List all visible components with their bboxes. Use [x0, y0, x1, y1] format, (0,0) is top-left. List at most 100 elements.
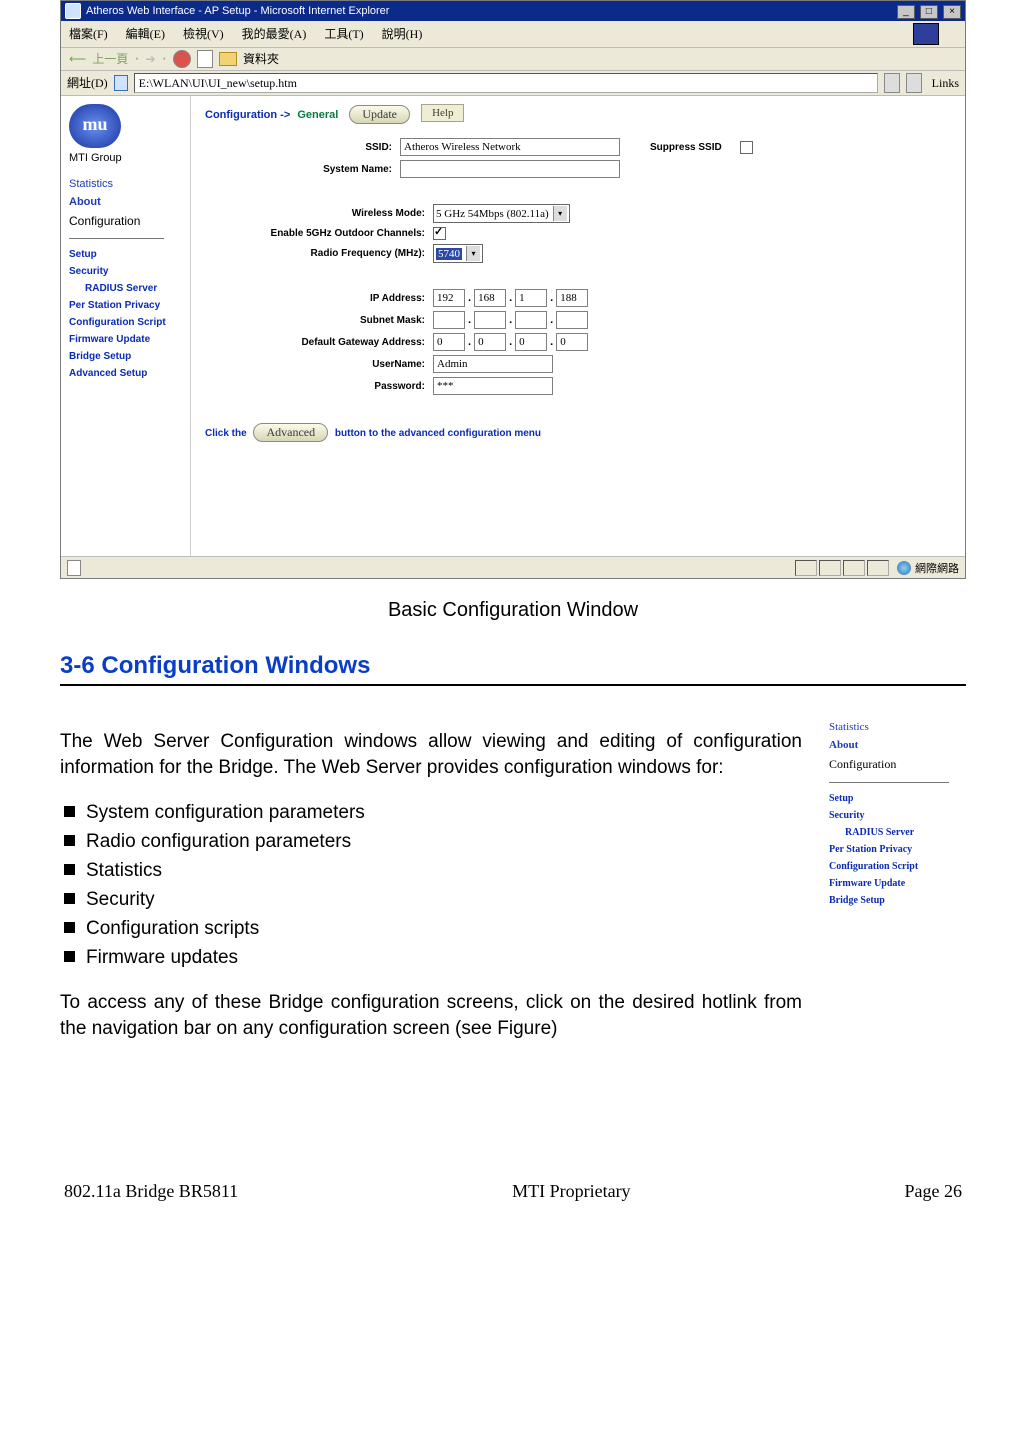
minimize-button[interactable]: _ — [897, 5, 915, 19]
fig-about[interactable]: About — [829, 739, 963, 751]
mask-label: Subnet Mask: — [205, 315, 433, 326]
nav-statistics[interactable]: Statistics — [69, 178, 184, 190]
menu-edit[interactable]: 編輯(E) — [126, 25, 165, 43]
breadcrumb: Configuration -> General Update Help — [205, 104, 951, 124]
address-input[interactable] — [134, 73, 878, 93]
browser-window: Atheros Web Interface - AP Setup - Micro… — [60, 0, 966, 579]
nav-per-station[interactable]: Per Station Privacy — [69, 300, 184, 311]
update-button[interactable]: Update — [349, 105, 410, 124]
list-item: Configuration scripts — [86, 916, 802, 942]
group-label: MTI Group — [69, 152, 184, 164]
folders-button[interactable]: 資料夾 — [243, 50, 279, 68]
nav-configuration[interactable]: Configuration — [69, 214, 184, 228]
status-page-icon — [67, 560, 81, 576]
fig-firmware[interactable]: Firmware Update — [829, 878, 963, 889]
menu-file[interactable]: 檔案(F) — [69, 25, 108, 43]
gw-3-input[interactable] — [515, 333, 547, 351]
radio-select[interactable]: 5740▾ — [433, 244, 483, 263]
close-button[interactable]: × — [943, 5, 961, 19]
address-label: 網址(D) — [67, 74, 108, 92]
fig-bridge-setup[interactable]: Bridge Setup — [829, 895, 963, 906]
nav-radius[interactable]: RADIUS Server — [85, 283, 184, 294]
footer-left: 802.11a Bridge BR5811 — [64, 1181, 238, 1202]
mti-logo-icon — [69, 104, 121, 148]
advanced-button[interactable]: Advanced — [253, 423, 328, 442]
fig-security[interactable]: Security — [829, 810, 963, 821]
body-text: The Web Server Configuration windows all… — [60, 710, 802, 1061]
folders-icon[interactable] — [219, 52, 237, 66]
content-pane: MTI Group Statistics About Configuration… — [61, 96, 965, 556]
para-1: The Web Server Configuration windows all… — [60, 729, 802, 781]
titlebar: Atheros Web Interface - AP Setup - Micro… — [61, 1, 965, 21]
footer-right: Page 26 — [905, 1181, 963, 1202]
refresh-icon[interactable] — [197, 50, 213, 68]
fig-setup[interactable]: Setup — [829, 793, 963, 804]
suppress-ssid-checkbox[interactable] — [740, 141, 753, 154]
window-title: Atheros Web Interface - AP Setup - Micro… — [86, 1, 895, 21]
help-button[interactable]: Help — [421, 104, 464, 122]
zone-label: 網際網路 — [915, 560, 959, 576]
sysname-input[interactable] — [400, 160, 620, 178]
page-icon — [114, 75, 128, 91]
wmode-select[interactable]: 5 GHz 54Mbps (802.11a)▾ — [433, 204, 570, 223]
bullet-list: System configuration parameters Radio co… — [60, 800, 802, 971]
mask-4-input[interactable] — [556, 311, 588, 329]
menu-view[interactable]: 檢視(V) — [183, 25, 224, 43]
footer-center: MTI Proprietary — [512, 1181, 630, 1202]
toolbar: ⟵ 上一頁 · ➔ · 資料夾 — [61, 48, 965, 71]
nav-advanced-setup[interactable]: Advanced Setup — [69, 368, 184, 379]
fig-config-script[interactable]: Configuration Script — [829, 861, 963, 872]
links-label[interactable]: Links — [932, 74, 959, 92]
nav-setup[interactable]: Setup — [69, 249, 184, 260]
maximize-button[interactable]: □ — [920, 5, 938, 19]
globe-icon — [897, 561, 911, 575]
user-input[interactable] — [433, 355, 553, 373]
ip-4-input[interactable] — [556, 289, 588, 307]
back-arrow-icon[interactable]: ⟵ — [69, 52, 86, 66]
pass-input[interactable] — [433, 377, 553, 395]
chevron-down-icon: ▾ — [466, 246, 480, 261]
nav-firmware[interactable]: Firmware Update — [69, 334, 184, 345]
list-item: Radio configuration parameters — [86, 829, 802, 855]
ssid-input[interactable] — [400, 138, 620, 156]
forward-arrow-icon[interactable]: ➔ — [146, 52, 156, 66]
mask-2-input[interactable] — [474, 311, 506, 329]
window-controls[interactable]: _ □ × — [895, 1, 961, 21]
menu-favorites[interactable]: 我的最愛(A) — [242, 25, 307, 43]
fig-statistics[interactable]: Statistics — [829, 721, 963, 733]
user-label: UserName: — [205, 359, 433, 370]
menubar: 檔案(F) 編輯(E) 檢視(V) 我的最愛(A) 工具(T) 說明(H) — [61, 21, 965, 48]
nav-config-script[interactable]: Configuration Script — [69, 317, 184, 328]
stop-icon[interactable] — [173, 50, 191, 68]
list-item: Security — [86, 887, 802, 913]
figure-caption: Basic Configuration Window — [60, 599, 966, 622]
gw-1-input[interactable] — [433, 333, 465, 351]
nav-security[interactable]: Security — [69, 266, 184, 277]
nav-bridge-setup[interactable]: Bridge Setup — [69, 351, 184, 362]
menu-tools[interactable]: 工具(T) — [324, 25, 363, 43]
sysname-label: System Name: — [205, 164, 400, 175]
outdoor-checkbox[interactable] — [433, 227, 446, 240]
mask-1-input[interactable] — [433, 311, 465, 329]
fig-per-station[interactable]: Per Station Privacy — [829, 844, 963, 855]
nav-about[interactable]: About — [69, 196, 184, 208]
ip-1-input[interactable] — [433, 289, 465, 307]
back-button[interactable]: 上一頁 — [92, 50, 128, 68]
page-footer: 802.11a Bridge BR5811 MTI Proprietary Pa… — [60, 1181, 966, 1202]
gw-2-input[interactable] — [474, 333, 506, 351]
fig-configuration[interactable]: Configuration — [829, 757, 963, 772]
go-button[interactable] — [906, 73, 922, 93]
ie-icon — [65, 3, 81, 19]
ip-3-input[interactable] — [515, 289, 547, 307]
gw-4-input[interactable] — [556, 333, 588, 351]
fig-radius[interactable]: RADIUS Server — [845, 827, 963, 838]
menu-help[interactable]: 說明(H) — [382, 25, 423, 43]
gw-label: Default Gateway Address: — [205, 337, 433, 348]
list-item: Statistics — [86, 858, 802, 884]
para-2: To access any of these Bridge configurat… — [60, 990, 802, 1042]
nav-figure: Statistics About Configuration Setup Sec… — [820, 710, 966, 921]
ip-2-input[interactable] — [474, 289, 506, 307]
statusbar: 網際網路 — [61, 556, 965, 578]
address-dropdown-icon[interactable] — [884, 73, 900, 93]
mask-3-input[interactable] — [515, 311, 547, 329]
